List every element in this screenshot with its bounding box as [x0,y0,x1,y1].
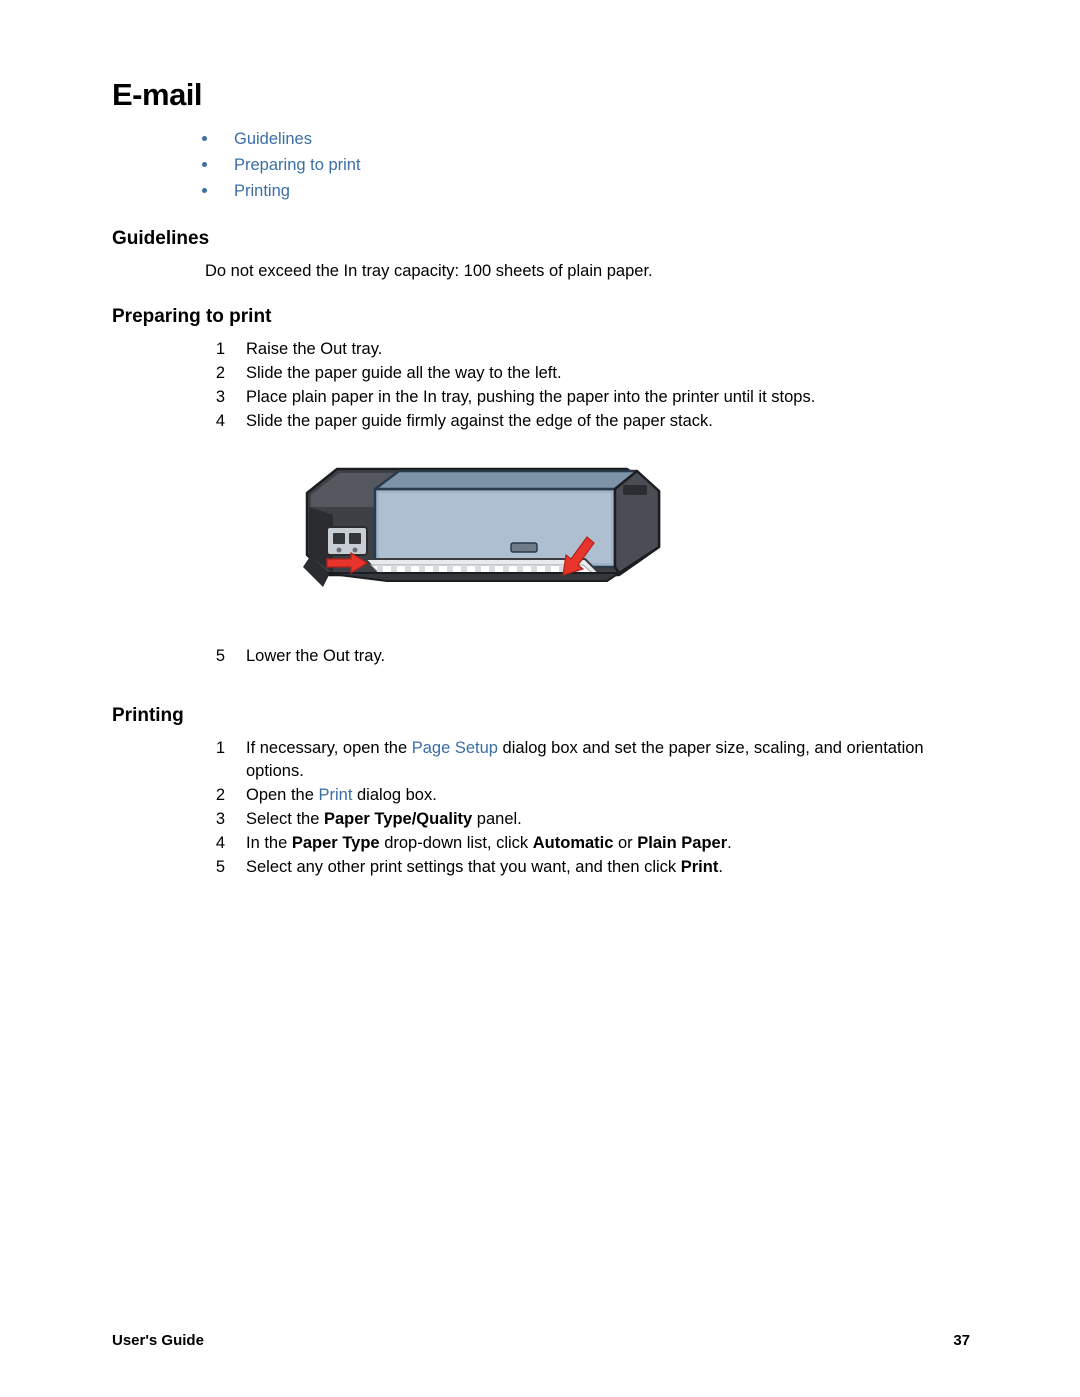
print-button-label: Print [680,858,719,877]
toc-item-label: Preparing to print [234,156,361,175]
step-text-part: dialog box. [352,786,437,805]
step-text-part: Open the [246,786,319,805]
step-text: Lower the Out tray. [246,647,386,666]
step-text: Open the Print dialog box. [246,786,437,804]
printer-illustration [303,467,661,588]
step-text: Select any other print settings that you… [246,858,723,876]
bullet-icon [202,136,207,142]
step-text: Select the Paper Type/Quality panel. [246,810,522,828]
list-item: 2 Slide the paper guide all the way to t… [205,362,972,385]
step-number: 3 [215,388,225,407]
toc-item-printing[interactable]: Printing [202,178,972,204]
step-text: In the Paper Type drop-down list, click … [246,834,732,852]
step-text-part: Select the [246,810,324,829]
printer-illustration-figure [112,455,972,635]
preparing-steps-list: 1 Raise the Out tray. 2 Slide the paper … [205,338,972,433]
list-item: 2 Open the Print dialog box. [205,784,972,807]
section-heading-preparing-to-print: Preparing to print [112,306,272,328]
toc-item-preparing-to-print[interactable]: Preparing to print [202,152,972,178]
plain-paper-option-label: Plain Paper [637,834,728,853]
step-text-part: . [718,858,723,877]
section-heading-printing: Printing [112,705,184,727]
step-text-part: or [613,834,638,853]
page-footer: User's Guide 37 [112,1332,970,1349]
list-item: 4 Slide the paper guide firmly against t… [205,410,972,433]
list-item: 3 Place plain paper in the In tray, push… [205,386,972,409]
step-number: 5 [215,858,225,877]
step-number: 1 [215,739,225,758]
automatic-option-label: Automatic [532,834,614,853]
list-item: 4 In the Paper Type drop-down list, clic… [205,832,972,855]
page-setup-link[interactable]: Page Setup [412,739,498,757]
step-number: 3 [215,810,225,829]
list-item: 1 Raise the Out tray. [205,338,972,361]
table-of-contents: Guidelines Preparing to print Printing [202,126,972,204]
step-number: 4 [215,412,225,431]
step-text-part: drop-down list, click [379,834,533,853]
step-text-part: Select any other print settings that you… [246,858,681,877]
toc-item-label: Printing [234,182,290,201]
page-number: 37 [953,1332,970,1349]
step-text: If necessary, open the Page Setup dialog… [246,739,924,780]
guidelines-paragraph: Do not exceed the In tray capacity: 100 … [205,262,653,281]
page-content: E-mail Guidelines Preparing to print Pri… [112,77,972,880]
step-number: 1 [215,340,225,359]
toc-item-label: Guidelines [234,130,312,149]
paper-type-label: Paper Type [291,834,380,853]
step-text: Raise the Out tray. [246,340,383,359]
preparing-final-step-list: 5 Lower the Out tray. [205,645,972,668]
footer-label: User's Guide [112,1332,204,1349]
print-link[interactable]: Print [318,786,352,804]
list-item: 5 Lower the Out tray. [205,645,972,668]
step-text-part: panel. [472,810,522,829]
step-text-part: If necessary, open the [246,739,412,758]
step-number: 5 [215,647,225,666]
step-text-part: In the [246,834,292,853]
bullet-icon [202,162,207,168]
list-item: 1 If necessary, open the Page Setup dial… [205,737,972,783]
step-text-part: . [727,834,732,853]
step-number: 4 [215,834,225,853]
step-text: Slide the paper guide firmly against the… [246,412,713,431]
page-title: E-mail [112,77,203,112]
list-item: 5 Select any other print settings that y… [205,856,972,879]
toc-item-guidelines[interactable]: Guidelines [202,126,972,152]
step-number: 2 [215,786,225,805]
printing-steps-list: 1 If necessary, open the Page Setup dial… [205,737,972,879]
step-text: Place plain paper in the In tray, pushin… [246,388,816,407]
step-text: Slide the paper guide all the way to the… [246,364,562,383]
section-heading-guidelines: Guidelines [112,228,210,250]
bullet-icon [202,188,207,194]
document-page: E-mail Guidelines Preparing to print Pri… [0,0,1080,1397]
step-number: 2 [215,364,225,383]
list-item: 3 Select the Paper Type/Quality panel. [205,808,972,831]
paper-type-quality-label: Paper Type/Quality [323,810,473,829]
